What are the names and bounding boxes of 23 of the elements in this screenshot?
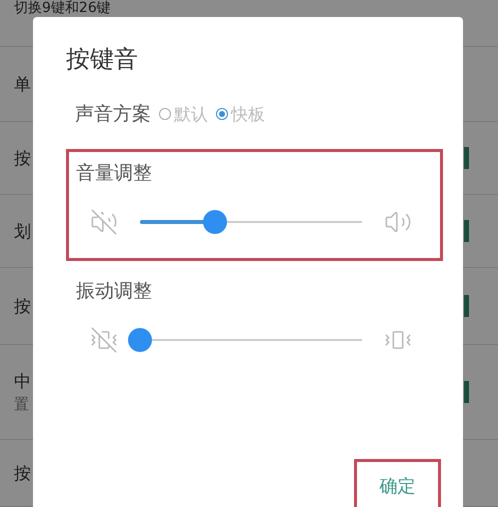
slider-thumb[interactable] <box>128 328 152 352</box>
toggle-switch[interactable] <box>464 295 469 317</box>
setting-title: 按 <box>14 296 31 318</box>
scheme-label: 声音方案 <box>75 102 151 127</box>
setting-title: 单 <box>14 74 31 96</box>
section-title: 音量调整 <box>76 161 153 186</box>
radio-option[interactable]: 默认 <box>159 102 208 126</box>
toggle-switch[interactable] <box>464 381 469 403</box>
setting-title: 划 <box>14 220 31 242</box>
radio-option[interactable]: 快板 <box>216 102 265 126</box>
toggle-switch[interactable] <box>464 147 469 169</box>
setting-title: 按 <box>14 148 31 170</box>
setting-title: 切换9键和26键 <box>14 0 111 16</box>
vibration-off-icon <box>90 326 118 354</box>
dialog-title: 按键音 <box>66 44 139 75</box>
speaker-muted-icon <box>90 208 118 236</box>
slider-thumb[interactable] <box>203 210 228 234</box>
section-title: 振动调整 <box>76 279 153 304</box>
confirm-button[interactable]: 确定 <box>354 459 441 507</box>
setting-title: 中 <box>14 371 31 393</box>
setting-subtitle: 置 <box>14 395 30 414</box>
toggle-switch[interactable] <box>464 220 469 242</box>
setting-title: 按 <box>14 462 31 484</box>
